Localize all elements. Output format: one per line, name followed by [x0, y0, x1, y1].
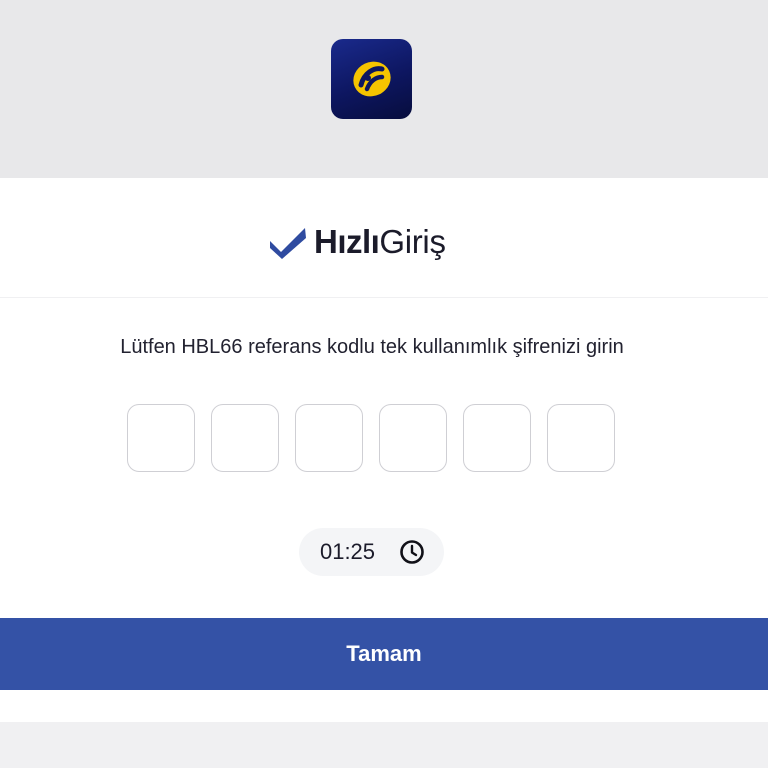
otp-instruction: Lütfen HBL66 referans kodlu tek kullanım… — [120, 336, 624, 358]
otp-digit-6[interactable] — [547, 404, 615, 472]
header-band — [0, 0, 768, 178]
otp-digit-3[interactable] — [295, 404, 363, 472]
clock-icon — [400, 540, 424, 564]
checkmark-icon — [270, 228, 306, 259]
otp-digit-4[interactable] — [379, 404, 447, 472]
footer-band — [0, 722, 768, 768]
otp-input-group — [127, 404, 615, 472]
turkcell-logo-icon — [331, 39, 412, 119]
otp-digit-5[interactable] — [463, 404, 531, 472]
otp-digit-1[interactable] — [127, 404, 195, 472]
login-card: Hızlı Giriş Lütfen HBL66 referans kodlu … — [0, 178, 768, 722]
countdown-timer: 01:25 — [299, 528, 444, 576]
timer-value: 01:25 — [319, 539, 376, 564]
otp-digit-2[interactable] — [211, 404, 279, 472]
brand-name-light: Giriş — [379, 223, 446, 260]
submit-button[interactable]: Tamam — [0, 618, 768, 690]
brand-name-bold: Hızlı — [314, 223, 380, 260]
brand-header: Hızlı Giriş — [0, 178, 768, 298]
hizli-giris-logo: Hızlı Giriş — [268, 222, 446, 262]
logo-symbol — [352, 61, 391, 97]
